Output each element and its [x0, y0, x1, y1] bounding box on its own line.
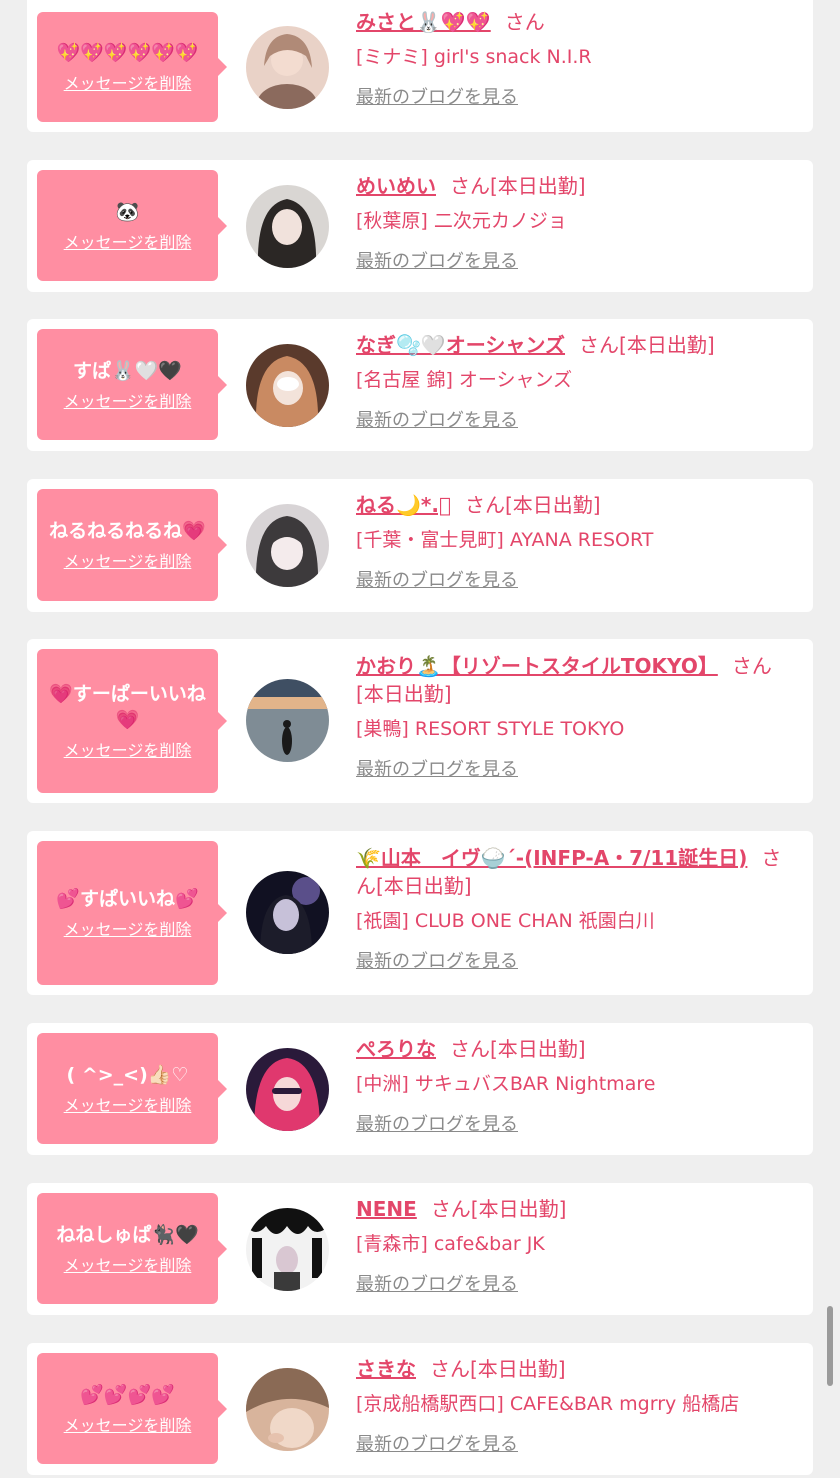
- delete-message-link[interactable]: メッセージを削除: [64, 233, 192, 253]
- message-text: 🐼: [115, 200, 140, 223]
- profile-suffix: さん[本日出勤]: [450, 174, 586, 198]
- profile-suffix: さん[本日出勤]: [430, 1357, 566, 1381]
- profile-info: かおり🏝️【リゾートスタイルTOKYO】 さん[本日出勤] [巣鴨] RESORT…: [356, 652, 796, 782]
- favorite-card: 💕💕💕💕 メッセージを削除 さきな さん[本日出勤] [京成船橋駅西口] CAFE…: [27, 1343, 813, 1475]
- message-bubble: 💗すーぱーいいね💗 メッセージを削除: [37, 649, 227, 793]
- vertical-scrollbar[interactable]: [827, 1306, 833, 1386]
- delete-message-link[interactable]: メッセージを削除: [64, 392, 192, 412]
- message-bubble: ねねしゅぱ🐈‍⬛🖤 メッセージを削除: [37, 1193, 227, 1304]
- latest-blog-link[interactable]: 最新のブログを見る: [356, 86, 518, 110]
- latest-blog-link[interactable]: 最新のブログを見る: [356, 1433, 518, 1457]
- favorite-card: 💗すーぱーいいね💗 メッセージを削除 かおり🏝️【リゾートスタイルTOKYO】さ…: [27, 639, 813, 803]
- message-bubble: ( ^>_<)👍🏻♡ メッセージを削除: [37, 1033, 227, 1144]
- shop-name: [ミナミ] girl's snack N.I.R: [356, 46, 592, 68]
- profile-info: みさと🐰💖💖 さん [ミナミ] girl's snack N.I.R 最新のブログ…: [356, 8, 796, 110]
- avatar[interactable]: [246, 1048, 329, 1131]
- shop-name: [青森市] cafe&bar JK: [356, 1233, 545, 1255]
- avatar[interactable]: [246, 504, 329, 587]
- favorites-list: 💖💖💖💖💖💖 メッセージを削除 みさと🐰💖💖 さん [ミナミ] girl's sn…: [0, 0, 840, 1478]
- shop-name: [祇園] CLUB ONE CHAN 祇園白川: [356, 910, 655, 932]
- profile-name-link[interactable]: さきな: [356, 1357, 416, 1381]
- profile-name-link[interactable]: みさと🐰💖💖: [356, 10, 491, 34]
- avatar[interactable]: [246, 26, 329, 109]
- profile-name-link[interactable]: かおり🏝️【リゾートスタイルTOKYO】: [356, 654, 718, 678]
- profile-name-link[interactable]: なぎ🫧🤍オーシャンズ: [356, 333, 565, 357]
- favorite-card: ( ^>_<)👍🏻♡ メッセージを削除 ぺろりな さん[本日出勤] [中洲] サキ…: [27, 1023, 813, 1155]
- avatar[interactable]: [246, 871, 329, 954]
- profile-suffix: さん[本日出勤]: [430, 1197, 567, 1221]
- message-bubble: 💕すぱいいね💕 メッセージを削除: [37, 841, 227, 985]
- delete-message-link[interactable]: メッセージを削除: [64, 1416, 192, 1436]
- profile-info: なぎ🫧🤍オーシャンズ さん[本日出勤] [名古屋 錦] オーシャンズ 最新のブログ…: [356, 331, 796, 433]
- delete-message-link[interactable]: メッセージを削除: [64, 552, 192, 572]
- avatar[interactable]: [246, 344, 329, 427]
- favorite-card: 💖💖💖💖💖💖 メッセージを削除 みさと🐰💖💖 さん [ミナミ] girl's sn…: [27, 0, 813, 132]
- profile-suffix: さん[本日出勤]: [579, 333, 715, 357]
- profile-info: NENE さん[本日出勤] [青森市] cafe&bar JK 最新のブログを見る: [356, 1195, 796, 1297]
- profile-suffix: さん[本日出勤]: [464, 493, 601, 517]
- shop-name: [秋葉原] 二次元カノジョ: [356, 210, 567, 232]
- latest-blog-link[interactable]: 最新のブログを見る: [356, 250, 518, 274]
- profile-name-link[interactable]: 🌾山本 イヴ🍚´-(INFP-A・7/11誕生日): [356, 846, 747, 870]
- message-bubble: 💕💕💕💕 メッセージを削除: [37, 1353, 227, 1464]
- profile-info: めいめい さん[本日出勤] [秋葉原] 二次元カノジョ 最新のブログを見る: [356, 172, 796, 274]
- avatar[interactable]: [246, 1368, 329, 1451]
- favorite-card: 💕すぱいいね💕 メッセージを削除 🌾山本 イヴ🍚´-(INFP-A・7/11誕生…: [27, 831, 813, 995]
- profile-name-link[interactable]: NENE: [356, 1197, 417, 1221]
- latest-blog-link[interactable]: 最新のブログを見る: [356, 1113, 518, 1137]
- avatar[interactable]: [246, 185, 329, 268]
- latest-blog-link[interactable]: 最新のブログを見る: [356, 1273, 518, 1297]
- latest-blog-link[interactable]: 最新のブログを見る: [356, 758, 518, 782]
- message-text: 💕すぱいいね💕: [56, 888, 199, 910]
- message-text: 💖💖💖💖💖💖: [56, 42, 199, 64]
- shop-name: [名古屋 錦] オーシャンズ: [356, 369, 573, 391]
- favorite-card: 🐼 メッセージを削除 めいめい さん[本日出勤] [秋葉原] 二次元カノジョ 最新…: [27, 160, 813, 292]
- message-text: ( ^>_<)👍🏻♡: [66, 1063, 189, 1086]
- message-text: ねねしゅぱ🐈‍⬛🖤: [56, 1223, 199, 1246]
- latest-blog-link[interactable]: 最新のブログを見る: [356, 950, 518, 974]
- delete-message-link[interactable]: メッセージを削除: [64, 1096, 192, 1116]
- message-text: 💗すーぱーいいね💗: [49, 683, 206, 731]
- profile-info: ねる🌙*.ﾟ さん[本日出勤] [千葉・富士見町] AYANA RESORT 最新…: [356, 491, 796, 593]
- message-bubble: すぱ🐰🤍🖤 メッセージを削除: [37, 329, 227, 440]
- favorite-card: ねるねるねるね💗 メッセージを削除 ねる🌙*.ﾟ さん[本日出勤] [千葉・富士見…: [27, 479, 813, 612]
- latest-blog-link[interactable]: 最新のブログを見る: [356, 569, 518, 593]
- avatar[interactable]: [246, 1208, 329, 1291]
- delete-message-link[interactable]: メッセージを削除: [64, 74, 192, 94]
- latest-blog-link[interactable]: 最新のブログを見る: [356, 409, 518, 433]
- delete-message-link[interactable]: メッセージを削除: [64, 1256, 192, 1276]
- profile-name-link[interactable]: めいめい: [356, 174, 436, 198]
- profile-info: さきな さん[本日出勤] [京成船橋駅西口] CAFE&BAR mgrry 船橋店…: [356, 1355, 796, 1457]
- message-text: すぱ🐰🤍🖤: [73, 359, 182, 382]
- delete-message-link[interactable]: メッセージを削除: [64, 741, 192, 761]
- profile-name-link[interactable]: ねる🌙*.ﾟ: [356, 493, 451, 517]
- message-bubble: 🐼 メッセージを削除: [37, 170, 227, 281]
- shop-name: [京成船橋駅西口] CAFE&BAR mgrry 船橋店: [356, 1393, 740, 1415]
- profile-suffix: さん: [504, 10, 545, 34]
- favorite-card: ねねしゅぱ🐈‍⬛🖤 メッセージを削除 NENE さん[本日出勤] [青森市] ca…: [27, 1183, 813, 1315]
- shop-name: [千葉・富士見町] AYANA RESORT: [356, 529, 654, 551]
- profile-name-link[interactable]: ぺろりな: [356, 1037, 436, 1061]
- profile-info: ぺろりな さん[本日出勤] [中洲] サキュバスBAR Nightmare 最新の…: [356, 1035, 796, 1137]
- avatar[interactable]: [246, 679, 329, 762]
- profile-info: 🌾山本 イヴ🍚´-(INFP-A・7/11誕生日) さん[本日出勤] [祇園] C…: [356, 844, 796, 974]
- message-bubble: 💖💖💖💖💖💖 メッセージを削除: [37, 12, 227, 122]
- message-bubble: ねるねるねるね💗 メッセージを削除: [37, 489, 227, 601]
- shop-name: [巣鴨] RESORT STYLE TOKYO: [356, 718, 625, 740]
- message-text: 💕💕💕💕: [80, 1383, 175, 1406]
- shop-name: [中洲] サキュバスBAR Nightmare: [356, 1073, 656, 1095]
- profile-suffix: さん[本日出勤]: [450, 1037, 586, 1061]
- favorite-card: すぱ🐰🤍🖤 メッセージを削除 なぎ🫧🤍オーシャンズ さん[本日出勤] [名古屋 錦…: [27, 319, 813, 451]
- delete-message-link[interactable]: メッセージを削除: [64, 920, 192, 940]
- message-text: ねるねるねるね💗: [49, 520, 206, 542]
